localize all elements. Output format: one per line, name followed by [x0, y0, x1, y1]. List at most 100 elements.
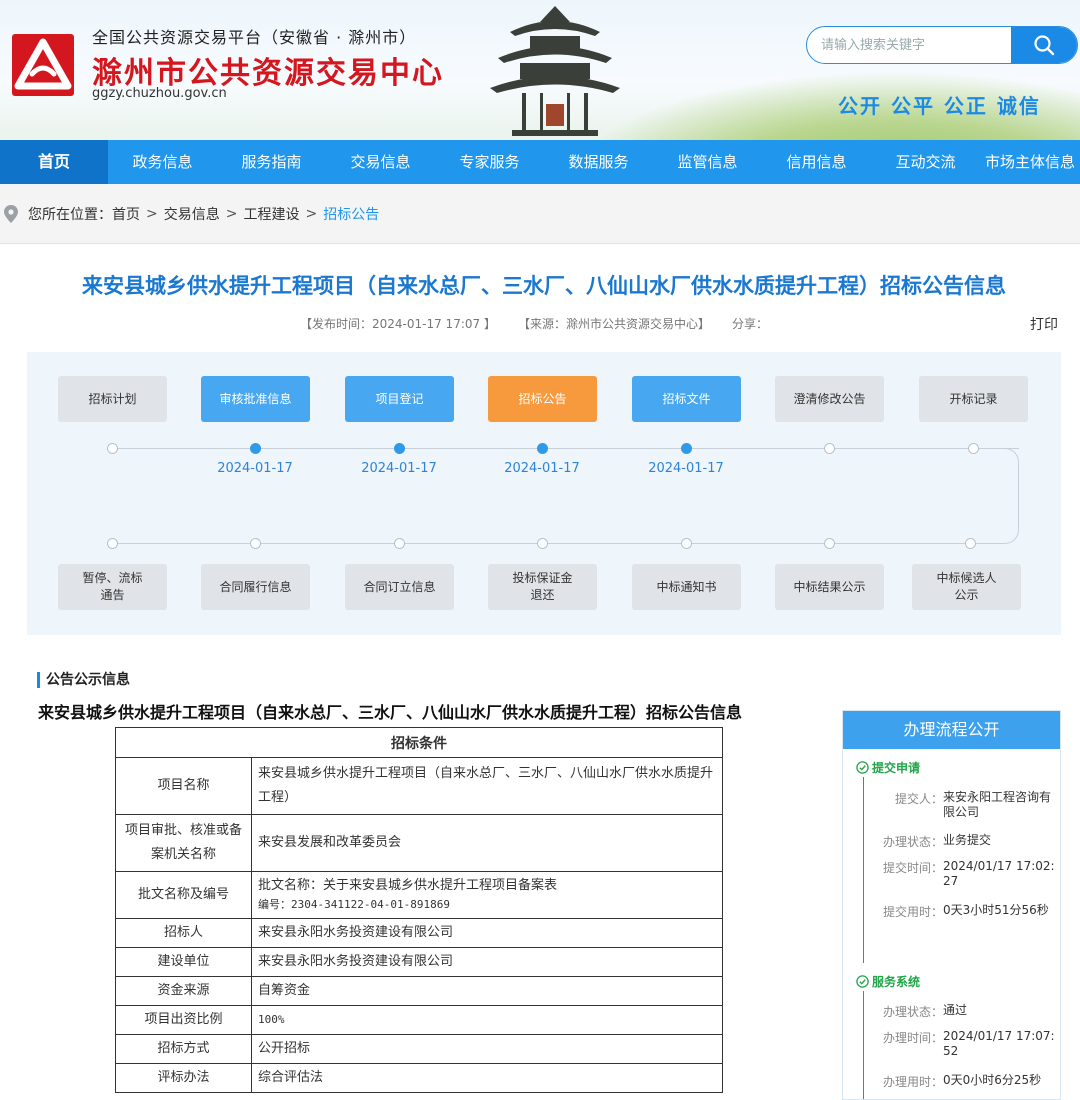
breadcrumb-trade-info[interactable]: 交易信息	[164, 204, 220, 224]
process-step-candidate-notice[interactable]: 中标候选人 公示	[912, 564, 1021, 610]
location-pin-icon	[4, 204, 18, 223]
process-step-approval[interactable]: 审核批准信息	[201, 376, 310, 422]
process-step-tender-notice[interactable]: 招标公告	[488, 376, 597, 422]
table-value: 公开招标	[251, 1034, 723, 1064]
process-step-award-notice[interactable]: 中标通知书	[632, 564, 741, 610]
table-row: 评标办法 综合评估法	[115, 1063, 723, 1093]
nav-item-gov-info[interactable]: 政务信息	[108, 140, 217, 184]
duration-key: 提交用时：	[882, 905, 943, 919]
duration-value: 0天3小时51分56秒	[943, 903, 1049, 917]
timeline-dot	[681, 443, 692, 454]
nav-item-home[interactable]: 首页	[0, 140, 108, 184]
page-title: 来安县城乡供水提升工程项目（自来水总厂、三水厂、八仙山水厂供水水质提升工程）招标…	[82, 274, 1006, 298]
duration-row: 提交用时： 0天3小时51分56秒	[857, 903, 1057, 920]
process-step-plan[interactable]: 招标计划	[58, 376, 167, 422]
timeline-dot	[107, 538, 118, 549]
process-step-tender-docs[interactable]: 招标文件	[632, 376, 741, 422]
process-step-award-result[interactable]: 中标结果公示	[775, 564, 884, 610]
site-logo[interactable]	[12, 34, 74, 96]
timeline-dot	[824, 538, 835, 549]
article-source: 【来源：滁州市公共资源交易中心】	[517, 317, 710, 331]
table-value: 来安县永阳水务投资建设有限公司	[251, 947, 723, 977]
timeline-dot	[394, 538, 405, 549]
nav-item-service-guide[interactable]: 服务指南	[217, 140, 326, 184]
approval-doc-name: 批文名称：关于来安县城乡供水提升工程项目备案表	[258, 878, 558, 893]
time-key: 办理时间：	[882, 1031, 943, 1045]
process-step-bid-opening[interactable]: 开标记录	[919, 376, 1028, 422]
table-value: 批文名称：关于来安县城乡供水提升工程项目备案表 编号：2304-341122-0…	[251, 871, 723, 919]
state-key: 办理状态：	[882, 1005, 943, 1019]
nav-item-data-service[interactable]: 数据服务	[544, 140, 653, 184]
timeline-dot	[250, 443, 261, 454]
table-row: 建设单位 来安县永阳水务投资建设有限公司	[115, 947, 723, 977]
table-value: 来安县永阳水务投资建设有限公司	[251, 918, 723, 948]
time-row: 提交时间： 2024/01/17 17:02:27	[857, 859, 1057, 889]
process-flow: 招标计划 审核批准信息 项目登记 招标公告 招标文件 澄清修改公告 开标记录 2…	[27, 352, 1061, 635]
search-button[interactable]	[1011, 27, 1077, 63]
print-button[interactable]: 打印	[1030, 314, 1058, 334]
notice-title: 来安县城乡供水提升工程项目（自来水总厂、三水厂、八仙山水厂供水水质提升工程）招标…	[38, 703, 743, 722]
breadcrumb-separator: >	[225, 205, 238, 222]
step-submit: 提交申请	[856, 759, 920, 776]
step-service: 服务系统	[856, 973, 920, 990]
table-caption: 招标条件	[115, 727, 723, 758]
nav-item-trade-info[interactable]: 交易信息	[326, 140, 435, 184]
table-row: 项目出资比例 100%	[115, 1005, 723, 1035]
table-value: 综合评估法	[251, 1063, 723, 1093]
nav-item-expert-service[interactable]: 专家服务	[435, 140, 544, 184]
table-value: 来安县发展和改革委员会	[251, 814, 723, 872]
process-step-contract-signing[interactable]: 合同订立信息	[345, 564, 454, 610]
table-row: 资金来源 自筹资金	[115, 976, 723, 1006]
search-input[interactable]	[807, 27, 1012, 63]
timeline-dot	[537, 538, 548, 549]
duration-row: 办理用时： 0天0小时6分25秒	[857, 1073, 1057, 1090]
timeline-dot	[681, 538, 692, 549]
state-key: 办理状态：	[882, 835, 943, 849]
search-box	[806, 26, 1078, 64]
process-step-contract-performance[interactable]: 合同履行信息	[201, 564, 310, 610]
time-value: 2024/01/17 17:07:52	[943, 1029, 1055, 1058]
table-row: 项目审批、核准或备案机关名称 来安县发展和改革委员会	[115, 814, 723, 872]
process-disclosure-panel: 办理流程公开 提交申请 提交人： 来安永阳工程咨询有限公司 办理状态： 业务提交…	[842, 710, 1061, 1100]
table-key: 项目审批、核准或备案机关名称	[115, 814, 252, 872]
breadcrumb-current[interactable]: 招标公告	[323, 204, 379, 224]
table-value: 自筹资金	[251, 976, 723, 1006]
timeline-dot	[965, 538, 976, 549]
breadcrumb-engineering[interactable]: 工程建设	[243, 204, 299, 224]
process-step-suspension[interactable]: 暂停、流标 通告	[58, 564, 167, 610]
table-key: 招标方式	[115, 1034, 252, 1064]
submitter-key: 提交人：	[894, 792, 943, 806]
process-step-deposit-refund[interactable]: 投标保证金 退还	[488, 564, 597, 610]
pavilion-illustration	[490, 6, 620, 136]
approval-doc-number: 编号：2304-341122-04-01-891869	[258, 898, 450, 911]
site-url: ggzy.chuzhou.gov.cn	[92, 86, 227, 101]
table-row: 招标方式 公开招标	[115, 1034, 723, 1064]
table-key: 项目出资比例	[115, 1005, 252, 1035]
step-title-text: 服务系统	[872, 975, 921, 989]
table-value: 来安县城乡供水提升工程项目（自来水总厂、三水厂、八仙山水厂供水水质提升工程）	[251, 757, 723, 815]
state-row: 办理状态： 通过	[857, 1003, 1057, 1020]
table-header-row: 招标条件	[115, 727, 723, 758]
duration-value: 0天0小时6分25秒	[943, 1073, 1042, 1087]
process-step-registration[interactable]: 项目登记	[345, 376, 454, 422]
slogan: 公开 公平 公正 诚信	[838, 94, 1041, 118]
time-key: 提交时间：	[882, 861, 943, 875]
duration-key: 办理用时：	[882, 1075, 943, 1089]
publish-time: 【发布时间：2024-01-17 17:07 】	[300, 317, 496, 331]
table-row: 批文名称及编号 批文名称：关于来安县城乡供水提升工程项目备案表 编号：2304-…	[115, 871, 723, 919]
nav-item-market-entity[interactable]: 市场主体信息	[980, 140, 1080, 184]
nav-item-interaction[interactable]: 互动交流	[871, 140, 980, 184]
timeline-connector	[971, 448, 1019, 544]
platform-line: 全国公共资源交易平台（安徽省 · 滁州市）	[92, 28, 417, 47]
timeline-dot	[250, 538, 261, 549]
process-step-clarification[interactable]: 澄清修改公告	[775, 376, 884, 422]
table-key: 资金来源	[115, 976, 252, 1006]
submitter-value: 来安永阳工程咨询有限公司	[943, 790, 1052, 819]
nav-item-supervision-info[interactable]: 监管信息	[653, 140, 762, 184]
state-value: 通过	[943, 1003, 968, 1017]
breadcrumb-home[interactable]: 首页	[112, 204, 140, 224]
nav-item-credit-info[interactable]: 信用信息	[762, 140, 871, 184]
process-date: 2024-01-17	[504, 461, 580, 476]
timeline-dot	[537, 443, 548, 454]
time-row: 办理时间： 2024/01/17 17:07:52	[857, 1029, 1057, 1059]
